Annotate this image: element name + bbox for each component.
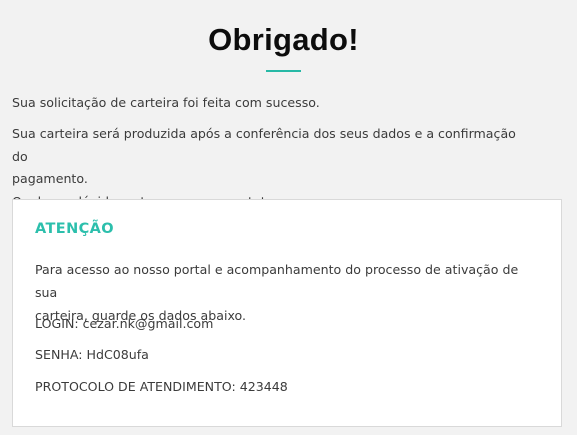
password-credential: SENHA: HdC08ufa: [35, 347, 149, 362]
success-message: Sua solicitação de carteira foi feita co…: [12, 92, 532, 115]
production-text-line1: Sua carteira será produzida após a confe…: [12, 126, 516, 164]
attention-intro-line1: Para acesso ao nosso portal e acompanham…: [35, 262, 519, 300]
production-text-line2: pagamento.: [12, 171, 88, 186]
page-title: Obrigado!: [208, 22, 359, 57]
title-divider: [266, 70, 301, 72]
login-credential: LOGIN: cezar.nk@gmail.com: [35, 316, 214, 331]
attention-heading: ATENÇÃO: [35, 221, 115, 237]
attention-card: ATENÇÃO Para acesso ao nosso portal e ac…: [12, 199, 562, 427]
confirmation-page: Obrigado! Sua solicitação de carteira fo…: [0, 0, 577, 435]
success-text: Sua solicitação de carteira foi feita co…: [12, 95, 320, 110]
protocol-number: PROTOCOLO DE ATENDIMENTO: 423448: [35, 379, 288, 394]
